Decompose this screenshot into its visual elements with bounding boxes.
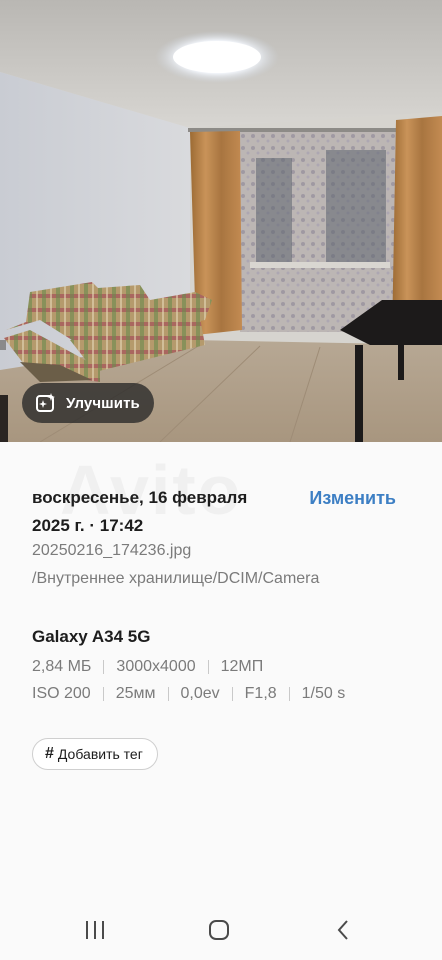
divider bbox=[102, 687, 104, 701]
file-meta-row: 2,84 МБ 3000x4000 12МП bbox=[32, 658, 263, 676]
hash-icon: # bbox=[45, 745, 54, 762]
recent-apps-button[interactable] bbox=[75, 915, 115, 945]
file-path: /Внутреннее хранилище/DCIM/Camera bbox=[32, 570, 320, 587]
enhance-button[interactable]: Улучшить bbox=[22, 383, 154, 423]
add-tag-button[interactable]: # Добавить тег bbox=[32, 738, 158, 770]
home-button[interactable] bbox=[199, 915, 239, 945]
add-tag-label: Добавить тег bbox=[57, 746, 143, 762]
system-nav-bar bbox=[0, 905, 442, 960]
file-size: 2,84 МБ bbox=[32, 658, 92, 675]
divider bbox=[207, 660, 209, 674]
divider bbox=[288, 687, 290, 701]
focal-length: 25мм bbox=[115, 685, 156, 702]
divider bbox=[167, 687, 169, 701]
photo-preview[interactable]: Улучшить bbox=[0, 0, 442, 442]
sparkle-image-icon bbox=[36, 393, 55, 412]
home-icon bbox=[209, 920, 229, 940]
aperture: F1,8 bbox=[244, 685, 277, 702]
edit-date-button[interactable]: Изменить bbox=[309, 484, 396, 512]
megapixels: 12МП bbox=[220, 658, 264, 675]
back-button[interactable] bbox=[323, 915, 363, 945]
exposure-value: 0,0ev bbox=[180, 685, 220, 702]
resolution: 3000x4000 bbox=[116, 658, 196, 675]
date-row: воскресенье, 16 февраля 2025 г. · 17:42 … bbox=[32, 484, 410, 540]
iso-value: ISO 200 bbox=[32, 685, 91, 702]
back-icon bbox=[337, 920, 348, 940]
divider bbox=[103, 660, 105, 674]
capture-date: воскресенье, 16 февраля 2025 г. · 17:42 bbox=[32, 484, 292, 540]
capture-date-line1: воскресенье, 16 февраля bbox=[32, 488, 248, 507]
details-panel: Avito воскресенье, 16 февраля 2025 г. · … bbox=[0, 442, 442, 910]
room-photo bbox=[0, 0, 442, 442]
recent-apps-icon bbox=[86, 921, 104, 939]
divider bbox=[231, 687, 233, 701]
file-name: 20250216_174236.jpg bbox=[32, 542, 192, 559]
capture-date-line2: 2025 г. · 17:42 bbox=[32, 516, 144, 535]
device-name: Galaxy A34 5G bbox=[32, 627, 151, 646]
shutter-speed: 1/50 s bbox=[301, 685, 346, 702]
enhance-label: Улучшить bbox=[66, 394, 140, 412]
exposure-meta-row: ISO 200 25мм 0,0ev F1,8 1/50 s bbox=[32, 685, 345, 703]
